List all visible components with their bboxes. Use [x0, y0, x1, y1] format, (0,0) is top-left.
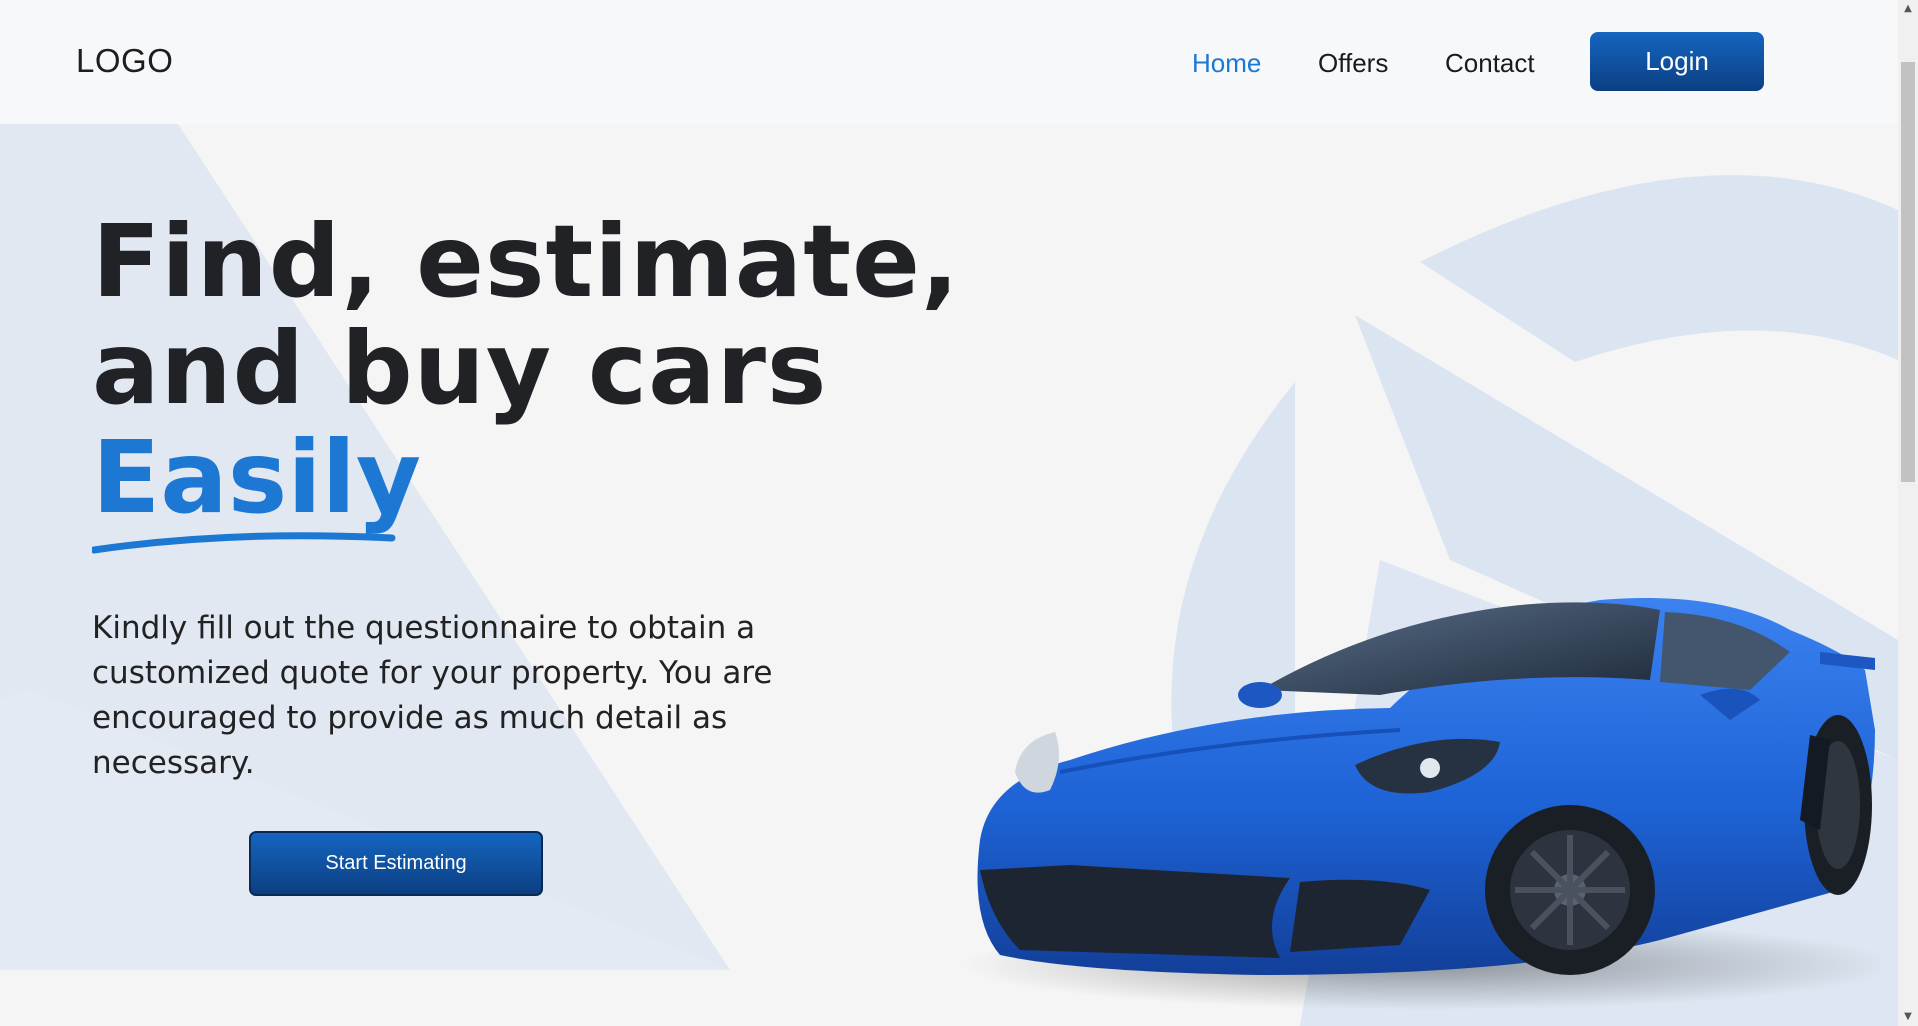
start-estimating-button[interactable]: Start Estimating	[249, 831, 543, 896]
page-scrollbar[interactable]: ▲ ▼	[1898, 0, 1918, 1026]
nav-contact-link[interactable]: Contact	[1445, 48, 1535, 79]
hero-title-accent: Easily	[92, 419, 422, 536]
accent-underline	[92, 532, 396, 554]
nav-home-link[interactable]: Home	[1192, 48, 1261, 79]
nav-offers-link[interactable]: Offers	[1318, 48, 1388, 79]
navbar: LOGO Home Offers Contact Login	[0, 0, 1898, 124]
hero-title-line2: and buy cars	[92, 310, 828, 427]
hero-title: Find, estimate, and buy cars	[92, 208, 960, 422]
hero-title-line1: Find, estimate,	[92, 203, 960, 320]
scroll-down-icon[interactable]: ▼	[1898, 1008, 1918, 1026]
hero-description: Kindly fill out the questionnaire to obt…	[92, 610, 773, 781]
scroll-thumb[interactable]	[1901, 62, 1915, 482]
logo[interactable]: LOGO	[76, 42, 173, 80]
login-button[interactable]: Login	[1590, 32, 1764, 91]
scroll-up-icon[interactable]: ▲	[1898, 0, 1918, 18]
car-image	[960, 598, 1880, 1010]
